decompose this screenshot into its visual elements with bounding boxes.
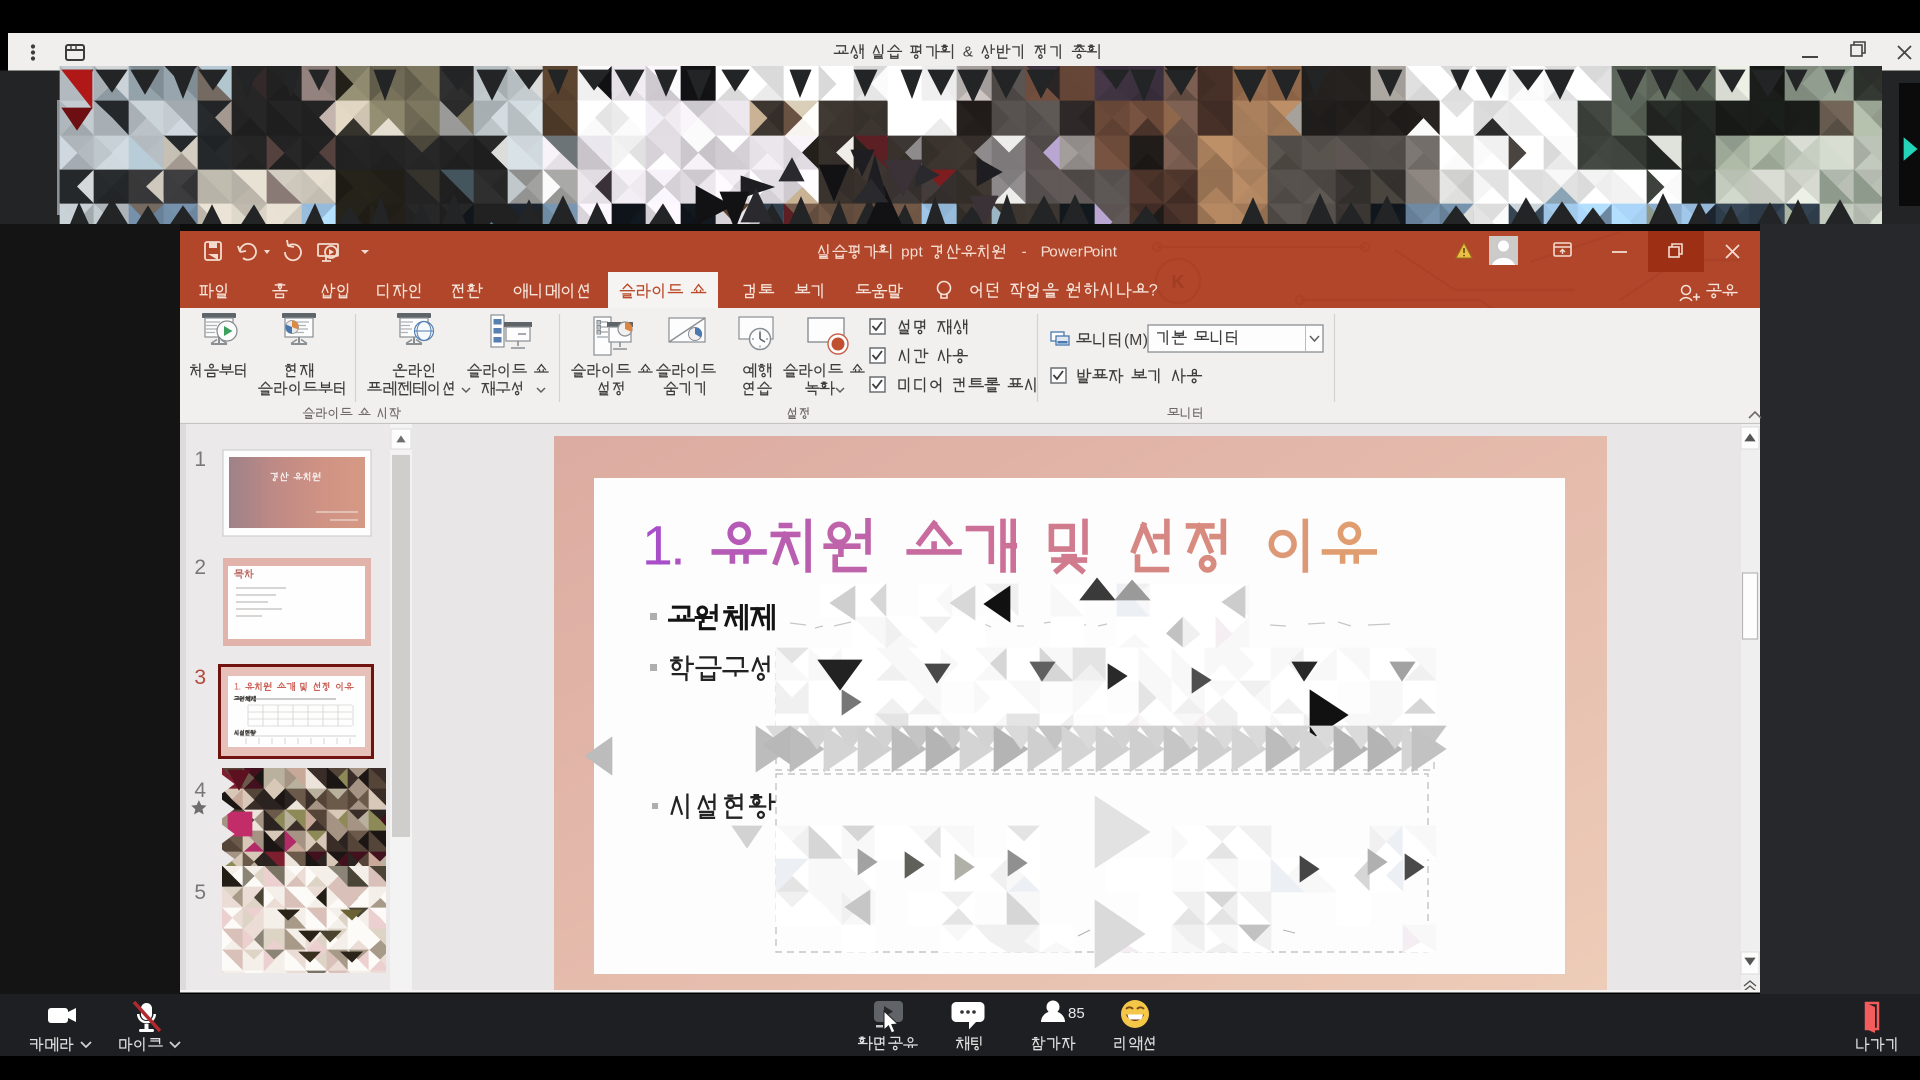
svg-text:85: 85: [1068, 1005, 1085, 1022]
svg-text:&: &: [963, 44, 973, 61]
svg-text:K: K: [1172, 272, 1185, 292]
svg-text:o: o: [1092, 244, 1100, 261]
svg-text:1: 1: [642, 514, 673, 576]
svg-text:p: p: [901, 244, 909, 261]
svg-text:2: 2: [194, 556, 206, 579]
svg-text:5: 5: [194, 881, 206, 904]
svg-text:.: .: [239, 682, 242, 692]
svg-text:w: w: [1057, 244, 1069, 261]
svg-text:-: -: [1022, 244, 1027, 261]
svg-text:p: p: [910, 244, 918, 261]
svg-text:o: o: [1049, 244, 1057, 261]
svg-text:?: ?: [1149, 282, 1158, 300]
svg-text:M: M: [1129, 332, 1142, 349]
svg-text:4: 4: [194, 779, 206, 802]
svg-text:r: r: [1078, 244, 1083, 261]
svg-text:e: e: [1069, 244, 1077, 261]
svg-text:3: 3: [194, 666, 206, 689]
svg-text:n: n: [1104, 244, 1112, 261]
svg-text:.: .: [670, 514, 685, 576]
svg-text:1: 1: [194, 448, 206, 471]
